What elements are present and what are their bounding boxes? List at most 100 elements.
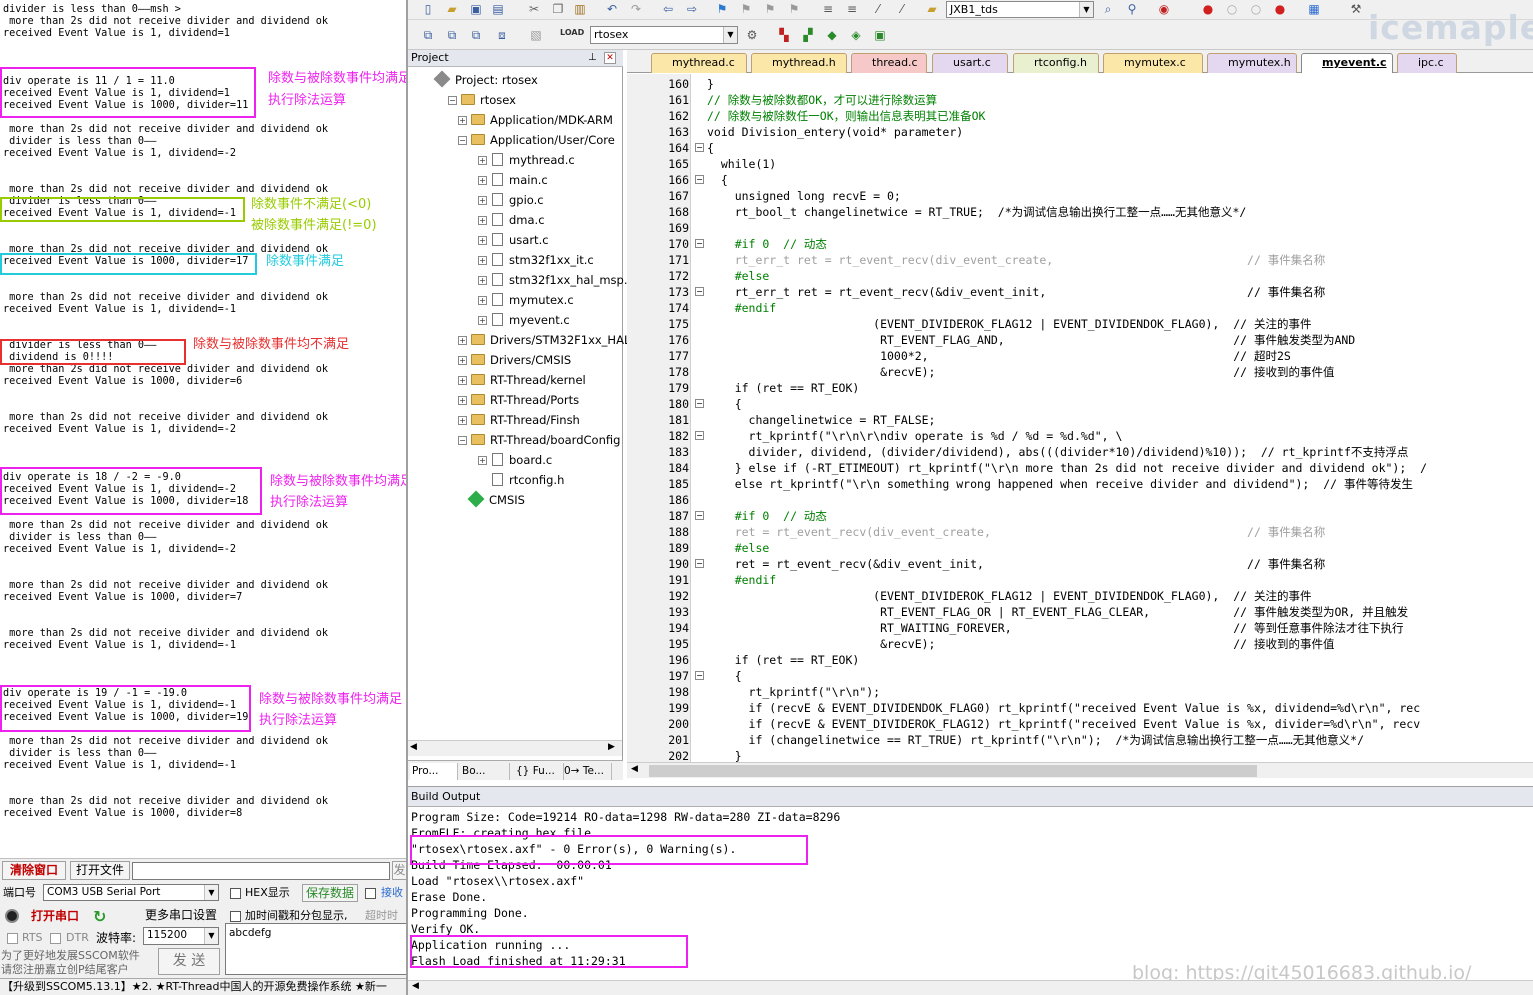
- expand-icon[interactable]: +: [458, 356, 467, 365]
- expand-icon[interactable]: +: [478, 276, 487, 285]
- timestamp-checkbox[interactable]: [230, 911, 241, 922]
- tree-file[interactable]: + usart.c: [478, 230, 549, 250]
- open-port-button[interactable]: 打开串口: [31, 908, 79, 924]
- tab-thread-c[interactable]: thread.c: [851, 53, 927, 73]
- tab-mymutex-h[interactable]: mymutex.h: [1207, 53, 1297, 73]
- forward-icon[interactable]: ⇨: [684, 1, 700, 17]
- redo-icon[interactable]: ↷: [628, 1, 644, 17]
- unindent-icon[interactable]: ≡: [844, 1, 860, 17]
- pack-installer-icon[interactable]: ◆: [824, 27, 840, 43]
- pin-icon[interactable]: ⊥: [588, 50, 597, 66]
- fold-toggle-icon[interactable]: −: [695, 143, 704, 152]
- expand-icon[interactable]: +: [478, 176, 487, 185]
- expand-icon[interactable]: +: [478, 216, 487, 225]
- tree-group[interactable]: − RT-Thread/boardConfig: [458, 430, 620, 450]
- manage-project-icon[interactable]: ▚: [776, 27, 792, 43]
- tree-root[interactable]: Project: rtosex: [433, 70, 538, 90]
- serial-terminal[interactable]: divider is less than 0——msh > more than …: [0, 0, 407, 858]
- open-folder-icon[interactable]: ▰: [444, 1, 460, 17]
- tree-file[interactable]: + myevent.c: [478, 310, 570, 330]
- find-icon[interactable]: ⌕: [1100, 1, 1116, 17]
- baud-select[interactable]: 115200 ▼: [143, 927, 219, 945]
- fold-toggle-icon[interactable]: −: [695, 511, 704, 520]
- tab-mythread-h[interactable]: mythread.h: [751, 53, 847, 73]
- tree-group[interactable]: + RT-Thread/Ports: [458, 390, 579, 410]
- fold-toggle-icon[interactable]: −: [695, 239, 704, 248]
- component-icon[interactable]: ▣: [872, 27, 888, 43]
- tree-file[interactable]: + stm32f1xx_it.c: [478, 250, 594, 270]
- refresh-icon[interactable]: ↻: [93, 907, 106, 926]
- scroll-left-icon[interactable]: ◀: [410, 742, 417, 752]
- tree-group[interactable]: + Drivers/STM32F1xx_HAL: [458, 330, 630, 350]
- build-icon[interactable]: ⧉: [444, 27, 460, 43]
- disable-breakpoint-icon[interactable]: ○: [1224, 1, 1240, 17]
- hex-display-checkbox[interactable]: [230, 888, 241, 899]
- expand-icon[interactable]: +: [458, 336, 467, 345]
- disable-all-breakpoints-icon[interactable]: ○: [1248, 1, 1264, 17]
- find-in-files-icon[interactable]: ▰: [924, 1, 940, 17]
- config-icon[interactable]: ⚒: [1348, 1, 1364, 17]
- project-tab[interactable]: 0→ Te...: [562, 763, 612, 780]
- save-data-button[interactable]: 保存数据: [302, 884, 358, 902]
- project-tab[interactable]: Pro...: [410, 763, 458, 780]
- incremental-find-icon[interactable]: ⚲: [1124, 1, 1140, 17]
- debug-icon[interactable]: ◉: [1156, 1, 1172, 17]
- project-tab[interactable]: {} Fu...: [514, 763, 564, 780]
- tab-mymutex-c[interactable]: mymutex.c: [1103, 53, 1203, 73]
- target-combo[interactable]: rtosex ▼: [590, 26, 738, 44]
- target-options-icon[interactable]: ⚙: [744, 27, 760, 43]
- tree-group[interactable]: + Application/MDK-ARM: [458, 110, 613, 130]
- find-combo[interactable]: JXB1_tds ▼: [946, 1, 1094, 18]
- tab-usart-c[interactable]: usart.c: [932, 53, 1008, 73]
- tree-file[interactable]: + mymutex.c: [478, 290, 574, 310]
- open-file-button[interactable]: 打开文件: [70, 861, 130, 880]
- fold-toggle-icon[interactable]: −: [695, 175, 704, 184]
- tree-target[interactable]: − rtosex: [448, 90, 516, 110]
- expand-icon[interactable]: +: [478, 296, 487, 305]
- tree-file[interactable]: + dma.c: [478, 210, 545, 230]
- download-icon[interactable]: LOAD: [560, 25, 584, 41]
- tab-mythread-c[interactable]: mythread.c: [651, 53, 747, 73]
- tree-group[interactable]: + RT-Thread/kernel: [458, 370, 586, 390]
- tab-rtconfig-h[interactable]: rtconfig.h: [1013, 53, 1099, 73]
- project-hscrollbar[interactable]: ◀ ▶: [408, 740, 622, 756]
- comment-icon[interactable]: ⁄: [870, 1, 886, 17]
- tree-file[interactable]: + board.c: [478, 450, 552, 470]
- project-tab[interactable]: Bo...: [460, 763, 510, 780]
- clear-window-button[interactable]: 清除窗口: [2, 861, 66, 880]
- scroll-left-icon[interactable]: ◀: [631, 764, 638, 774]
- tree-file[interactable]: + gpio.c: [478, 190, 544, 210]
- tree-file[interactable]: + mythread.c: [478, 150, 575, 170]
- expand-icon[interactable]: +: [478, 256, 487, 265]
- editor-hscrollbar[interactable]: ◀: [627, 762, 1533, 778]
- paste-icon[interactable]: ▥: [572, 1, 588, 17]
- expand-icon[interactable]: +: [458, 376, 467, 385]
- port-select[interactable]: COM3 USB Serial Port ▼: [43, 884, 219, 901]
- save-all-icon[interactable]: ▤: [490, 1, 506, 17]
- batch-build-icon[interactable]: ⧈: [494, 27, 510, 43]
- manage-rte-icon[interactable]: ◈: [848, 27, 864, 43]
- select-packs-icon[interactable]: ▞: [800, 27, 816, 43]
- next-bookmark-icon[interactable]: ⚑: [762, 1, 778, 17]
- breakpoint-icon[interactable]: ●: [1200, 1, 1216, 17]
- send-file-button[interactable]: 发: [392, 861, 407, 880]
- more-settings-button[interactable]: 更多串口设置: [145, 907, 217, 923]
- kill-breakpoints-icon[interactable]: ●: [1272, 1, 1288, 17]
- stop-build-icon[interactable]: ▧: [528, 27, 544, 43]
- collapse-icon[interactable]: −: [448, 96, 457, 105]
- save-icon[interactable]: ▣: [468, 1, 484, 17]
- close-icon[interactable]: ✕: [604, 52, 616, 64]
- code-editor[interactable]: 160 161 162 163 164 165 166 167 168 169 170 171 172 1…: [627, 74, 1533, 762]
- expand-icon[interactable]: +: [478, 236, 487, 245]
- tree-file[interactable]: rtconfig.h: [478, 470, 564, 490]
- expand-icon[interactable]: +: [478, 316, 487, 325]
- tab-ipc-c[interactable]: ipc.c: [1397, 53, 1457, 73]
- undo-icon[interactable]: ↶: [604, 1, 620, 17]
- copy-icon[interactable]: ❐: [550, 1, 566, 17]
- tree-group[interactable]: + Drivers/CMSIS: [458, 350, 571, 370]
- expand-icon[interactable]: +: [478, 156, 487, 165]
- fold-toggle-icon[interactable]: −: [695, 671, 704, 680]
- collapse-icon[interactable]: −: [458, 436, 467, 445]
- file-path-input[interactable]: [132, 862, 390, 880]
- scroll-thumb[interactable]: [649, 765, 1257, 777]
